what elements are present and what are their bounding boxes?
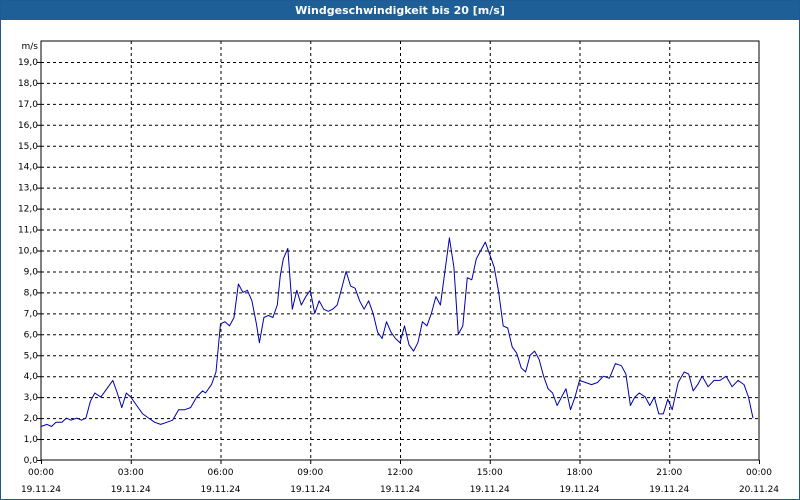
y-tick-label: 19,0	[18, 58, 38, 68]
x-tick-time-label: 06:00	[208, 468, 234, 478]
line-chart: 0,0 1,0 2,0 3,0 4,0 5,0 6,0 7,0 8,0 9,0 10,0 11,0 12…	[18, 40, 779, 495]
x-tick-date-label: 19.11.24	[290, 485, 330, 495]
y-tick-label: 17,0	[18, 100, 38, 110]
y-tick-label: 0,0	[24, 456, 39, 466]
y-tick-label: 18,0	[18, 79, 38, 89]
y-tick-label: 15,0	[18, 142, 38, 152]
y-tick-label: 10,0	[18, 247, 38, 257]
x-tick-time-label: 03:00	[118, 468, 144, 478]
x-tick-date-label: 19.11.24	[470, 485, 510, 495]
y-tick-label: 3,0	[24, 393, 39, 403]
y-tick-label: 8,0	[24, 288, 39, 298]
tick-labels: 0,0 1,0 2,0 3,0 4,0 5,0 6,0 7,0 8,0 9,0 10,0 11,0 12…	[18, 42, 779, 495]
x-tick-date-label: 19.11.24	[111, 485, 151, 495]
y-axis-unit: m/s	[22, 42, 39, 52]
x-tick-date-label: 20.11.24	[739, 485, 779, 495]
y-tick-label: 6,0	[24, 330, 39, 340]
y-tick-label: 1,0	[24, 435, 39, 445]
y-tick-label: 9,0	[24, 267, 39, 277]
x-tick-time-label: 18:00	[567, 468, 593, 478]
x-tick-date-label: 19.11.24	[200, 485, 240, 495]
grid	[41, 41, 759, 460]
x-tick-date-label: 19.11.24	[380, 485, 420, 495]
x-tick-time-label: 00:00	[746, 468, 772, 478]
y-tick-label: 2,0	[24, 414, 39, 424]
y-tick-label: 16,0	[18, 121, 38, 131]
x-tick-time-label: 21:00	[656, 468, 682, 478]
x-tick-time-label: 12:00	[387, 468, 413, 478]
y-tick-label: 12,0	[18, 205, 38, 215]
x-tick-date-label: 19.11.24	[21, 485, 61, 495]
x-tick-time-label: 00:00	[28, 468, 54, 478]
x-tick-time-label: 09:00	[297, 468, 323, 478]
y-tick-label: 4,0	[24, 372, 39, 382]
chart-window: Windgeschwindigkeit bis 20 [m/s] 0,0 1,0 2…	[0, 0, 800, 500]
y-tick-label: 5,0	[24, 351, 39, 361]
y-tick-label: 11,0	[18, 226, 38, 236]
wind-speed-line	[40, 237, 754, 427]
x-tick-date-label: 19.11.24	[649, 485, 689, 495]
y-tick-label: 13,0	[18, 184, 38, 194]
y-tick-label: 14,0	[18, 163, 38, 173]
x-tick-date-label: 19.11.24	[559, 485, 599, 495]
series-layer	[40, 237, 754, 427]
y-tick-label: 7,0	[24, 309, 39, 319]
x-tick-time-label: 15:00	[477, 468, 503, 478]
